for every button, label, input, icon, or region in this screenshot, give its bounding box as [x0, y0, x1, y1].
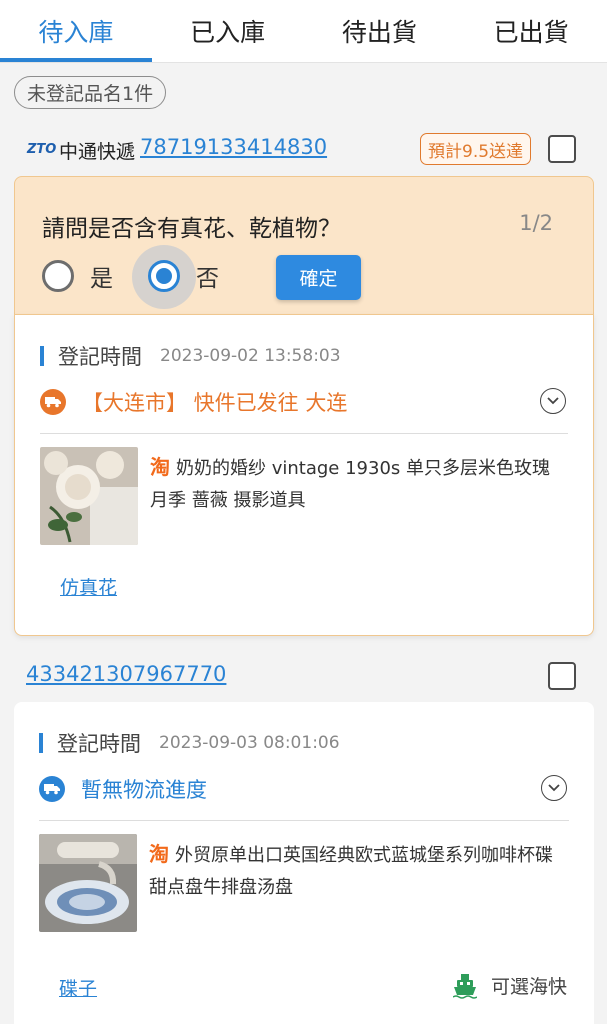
package-card: 登記時間 2023-09-03 08:01:06 暫無物流進度 淘外贸原单出口英…: [14, 702, 594, 1024]
tab-shipped[interactable]: 已出貨: [455, 0, 607, 62]
registration-marker: [40, 346, 44, 366]
category-link[interactable]: 碟子: [59, 974, 97, 1001]
registration-label: 登記時間: [58, 345, 142, 369]
taobao-icon: 淘: [149, 842, 169, 866]
option-no[interactable]: 否: [148, 259, 219, 293]
product-title[interactable]: 淘外贸原单出口英国经典欧式蓝城堡系列咖啡杯碟甜点盘牛排盘汤盘: [149, 838, 569, 904]
radio-no[interactable]: [148, 260, 180, 292]
sea-shipping-option[interactable]: 可選海快: [452, 972, 567, 999]
truck-icon: [40, 389, 66, 415]
registration-row: 登記時間 2023-09-03 08:01:06: [39, 728, 340, 758]
tracking-number-link[interactable]: 433421307967770: [26, 662, 226, 686]
registration-marker: [39, 733, 43, 753]
sea-shipping-label: 可選海快: [490, 976, 567, 998]
product-title[interactable]: 淘奶奶的婚纱 vintage 1930s 单只多层米色玫瑰 月季 蔷薇 摄影道具: [150, 451, 570, 517]
option-yes-label: 是: [90, 266, 113, 292]
registration-time: 2023-09-02 13:58:03: [160, 346, 341, 366]
logistics-status[interactable]: 暫無物流進度: [39, 774, 207, 804]
confirm-button[interactable]: 確定: [276, 255, 361, 300]
registration-time: 2023-09-03 08:01:06: [159, 733, 340, 753]
product-title-text: 外贸原单出口英国经典欧式蓝城堡系列咖啡杯碟甜点盘牛排盘汤盘: [149, 845, 553, 898]
shipment-select-checkbox[interactable]: [548, 135, 576, 163]
package-card: 登記時間 2023-09-02 13:58:03 【大连市】 快件已发往 大连 …: [14, 314, 594, 636]
logistics-status[interactable]: 【大连市】 快件已发往 大连: [40, 387, 347, 417]
ship-icon: [452, 973, 477, 999]
product-thumbnail-plate[interactable]: [39, 834, 137, 932]
shipment-header: ZTO 中通快遞 78719133414830 預計9.5送達: [0, 129, 607, 169]
dried-plant-question: 請問是否含有真花、乾植物？ 1/2 是 否 確定: [14, 176, 594, 316]
tab-bar: 待入庫 已入庫 待出貨 已出貨: [0, 0, 607, 62]
shipment-header: 433421307967770: [0, 656, 607, 696]
tab-pending-inbound[interactable]: 待入庫: [0, 0, 152, 62]
taobao-icon: 淘: [150, 455, 170, 479]
tab-inbound[interactable]: 已入庫: [152, 0, 304, 62]
shipment-select-checkbox[interactable]: [548, 662, 576, 690]
option-yes[interactable]: 是: [42, 259, 113, 293]
unregistered-filter-chip[interactable]: 未登記品名1件: [14, 76, 167, 109]
card-divider: [39, 820, 569, 821]
registration-row: 登記時間 2023-09-02 13:58:03: [40, 341, 341, 371]
registration-label: 登記時間: [57, 732, 141, 756]
logistics-status-text: 【大连市】 快件已发往 大连: [82, 391, 348, 415]
option-no-label: 否: [196, 266, 219, 292]
tracking-number-link[interactable]: 78719133414830: [140, 135, 327, 159]
tab-divider: [0, 62, 607, 63]
eta-badge: 預計9.5送達: [420, 133, 532, 165]
chevron-down-icon[interactable]: [541, 775, 567, 801]
tab-pending-outbound[interactable]: 待出貨: [304, 0, 456, 62]
zto-logo-icon: ZTO: [27, 141, 57, 157]
question-text: 請問是否含有真花、乾植物？: [42, 216, 341, 242]
product-title-text: 奶奶的婚纱 vintage 1930s 单只多层米色玫瑰 月季 蔷薇 摄影道具: [150, 458, 550, 511]
card-divider: [40, 433, 568, 434]
product-thumbnail-roses[interactable]: [40, 447, 138, 545]
radio-yes[interactable]: [42, 260, 74, 292]
truck-icon: [39, 776, 65, 802]
chevron-down-icon[interactable]: [540, 388, 566, 414]
question-page-indicator: 1/2: [519, 211, 553, 235]
category-link[interactable]: 仿真花: [60, 573, 117, 600]
carrier-name: 中通快遞: [59, 141, 136, 163]
logistics-status-text: 暫無物流進度: [81, 778, 207, 802]
